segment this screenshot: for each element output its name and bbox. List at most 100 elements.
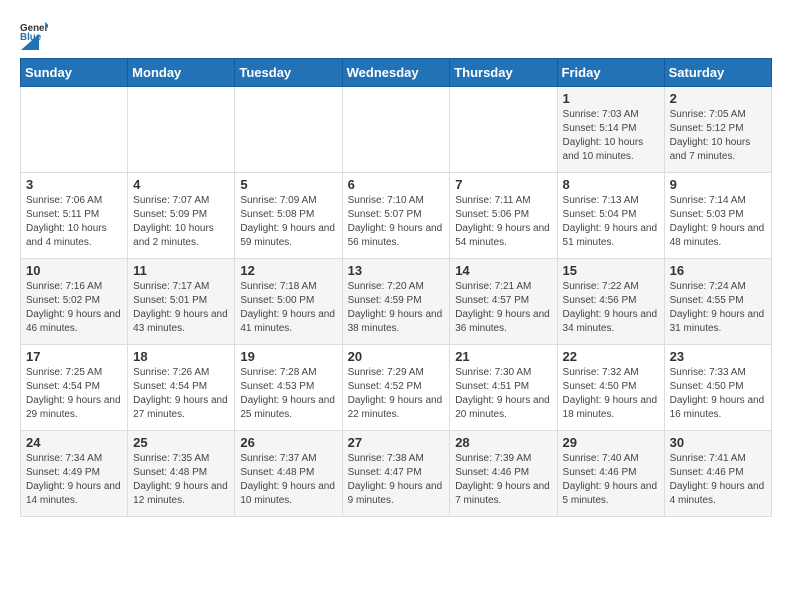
day-number: 23 — [670, 349, 766, 364]
calendar-day-25: 25 Sunrise: 7:35 AM Sunset: 4:48 PM Dayli… — [128, 431, 235, 517]
calendar-day-15: 15 Sunrise: 7:22 AM Sunset: 4:56 PM Dayli… — [557, 259, 664, 345]
calendar-day-16: 16 Sunrise: 7:24 AM Sunset: 4:55 PM Dayli… — [664, 259, 771, 345]
weekday-header-sunday: Sunday — [21, 59, 128, 87]
day-number: 12 — [240, 263, 336, 278]
calendar-day-7: 7Sunrise: 7:11 AM Sunset: 5:06 PM Daylig… — [450, 173, 557, 259]
calendar-day-11: 11 Sunrise: 7:17 AM Sunset: 5:01 PM Dayli… — [128, 259, 235, 345]
calendar-day-10: 10Sunrise: 7:16 AM Sunset: 5:02 PM Dayli… — [21, 259, 128, 345]
calendar-day-8: 8 Sunrise: 7:13 AM Sunset: 5:04 PM Daylig… — [557, 173, 664, 259]
calendar-empty-cell — [21, 87, 128, 173]
day-info: Sunrise: 7:37 AM Sunset: 4:48 PM Dayligh… — [240, 452, 336, 508]
calendar-day-21: 21 Sunrise: 7:30 AM Sunset: 4:51 PM Dayli… — [450, 345, 557, 431]
day-number: 25 — [133, 435, 229, 450]
calendar-week-row: 3 Sunrise: 7:06 AM Sunset: 5:11 PM Daylig… — [21, 173, 772, 259]
day-number: 6 — [348, 177, 445, 192]
calendar-day-20: 20 Sunrise: 7:29 AM Sunset: 4:52 PM Dayli… — [342, 345, 450, 431]
day-info: Sunrise: 7:18 AM Sunset: 5:00 PM Dayligh… — [240, 280, 336, 336]
day-info: Sunrise: 7:10 AM Sunset: 5:07 PM Dayligh… — [348, 194, 445, 250]
day-number: 11 — [133, 263, 229, 278]
calendar-day-4: 4Sunrise: 7:07 AM Sunset: 5:09 PM Daylig… — [128, 173, 235, 259]
day-info: Sunrise: 7:26 AM Sunset: 4:54 PM Dayligh… — [133, 366, 229, 422]
calendar-day-1: 1 Sunrise: 7:03 AM Sunset: 5:14 PM Daylig… — [557, 87, 664, 173]
calendar-empty-cell — [342, 87, 450, 173]
calendar-day-12: 12 Sunrise: 7:18 AM Sunset: 5:00 PM Dayli… — [235, 259, 342, 345]
day-number: 20 — [348, 349, 445, 364]
calendar-week-row: 1 Sunrise: 7:03 AM Sunset: 5:14 PM Daylig… — [21, 87, 772, 173]
weekday-header-wednesday: Wednesday — [342, 59, 450, 87]
logo-triangle-icon — [21, 34, 39, 50]
calendar-empty-cell — [450, 87, 557, 173]
day-info: Sunrise: 7:07 AM Sunset: 5:09 PM Dayligh… — [133, 194, 229, 250]
day-info: Sunrise: 7:34 AM Sunset: 4:49 PM Dayligh… — [26, 452, 122, 508]
weekday-header-monday: Monday — [128, 59, 235, 87]
day-number: 13 — [348, 263, 445, 278]
day-info: Sunrise: 7:40 AM Sunset: 4:46 PM Dayligh… — [563, 452, 659, 508]
weekday-header-saturday: Saturday — [664, 59, 771, 87]
day-number: 26 — [240, 435, 336, 450]
day-info: Sunrise: 7:32 AM Sunset: 4:50 PM Dayligh… — [563, 366, 659, 422]
day-number: 14 — [455, 263, 551, 278]
day-info: Sunrise: 7:39 AM Sunset: 4:46 PM Dayligh… — [455, 452, 551, 508]
calendar-week-row: 17 Sunrise: 7:25 AM Sunset: 4:54 PM Dayli… — [21, 345, 772, 431]
calendar-day-3: 3 Sunrise: 7:06 AM Sunset: 5:11 PM Daylig… — [21, 173, 128, 259]
day-number: 15 — [563, 263, 659, 278]
day-info: Sunrise: 7:41 AM Sunset: 4:46 PM Dayligh… — [670, 452, 766, 508]
weekday-header-thursday: Thursday — [450, 59, 557, 87]
day-info: Sunrise: 7:38 AM Sunset: 4:47 PM Dayligh… — [348, 452, 445, 508]
calendar-week-row: 10Sunrise: 7:16 AM Sunset: 5:02 PM Dayli… — [21, 259, 772, 345]
weekday-header-friday: Friday — [557, 59, 664, 87]
calendar-day-17: 17 Sunrise: 7:25 AM Sunset: 4:54 PM Dayli… — [21, 345, 128, 431]
calendar-day-19: 19 Sunrise: 7:28 AM Sunset: 4:53 PM Dayli… — [235, 345, 342, 431]
calendar-day-13: 13 Sunrise: 7:20 AM Sunset: 4:59 PM Dayli… — [342, 259, 450, 345]
day-number: 1 — [563, 91, 659, 106]
calendar-day-9: 9Sunrise: 7:14 AM Sunset: 5:03 PM Daylig… — [664, 173, 771, 259]
day-info: Sunrise: 7:21 AM Sunset: 4:57 PM Dayligh… — [455, 280, 551, 336]
calendar-day-22: 22 Sunrise: 7:32 AM Sunset: 4:50 PM Dayli… — [557, 345, 664, 431]
calendar-day-5: 5Sunrise: 7:09 AM Sunset: 5:08 PM Daylig… — [235, 173, 342, 259]
day-number: 22 — [563, 349, 659, 364]
day-info: Sunrise: 7:29 AM Sunset: 4:52 PM Dayligh… — [348, 366, 445, 422]
day-number: 30 — [670, 435, 766, 450]
day-number: 8 — [563, 177, 659, 192]
calendar-table: SundayMondayTuesdayWednesdayThursdayFrid… — [20, 58, 772, 517]
day-number: 21 — [455, 349, 551, 364]
day-number: 3 — [26, 177, 122, 192]
calendar-day-26: 26 Sunrise: 7:37 AM Sunset: 4:48 PM Dayli… — [235, 431, 342, 517]
day-info: Sunrise: 7:30 AM Sunset: 4:51 PM Dayligh… — [455, 366, 551, 422]
day-info: Sunrise: 7:06 AM Sunset: 5:11 PM Dayligh… — [26, 194, 122, 250]
day-number: 2 — [670, 91, 766, 106]
calendar-day-14: 14 Sunrise: 7:21 AM Sunset: 4:57 PM Dayli… — [450, 259, 557, 345]
day-number: 16 — [670, 263, 766, 278]
calendar-day-27: 27 Sunrise: 7:38 AM Sunset: 4:47 PM Dayli… — [342, 431, 450, 517]
day-number: 29 — [563, 435, 659, 450]
day-info: Sunrise: 7:35 AM Sunset: 4:48 PM Dayligh… — [133, 452, 229, 508]
day-number: 27 — [348, 435, 445, 450]
day-info: Sunrise: 7:13 AM Sunset: 5:04 PM Dayligh… — [563, 194, 659, 250]
weekday-header-row: SundayMondayTuesdayWednesdayThursdayFrid… — [21, 59, 772, 87]
day-number: 7 — [455, 177, 551, 192]
calendar-day-29: 29 Sunrise: 7:40 AM Sunset: 4:46 PM Dayli… — [557, 431, 664, 517]
day-info: Sunrise: 7:20 AM Sunset: 4:59 PM Dayligh… — [348, 280, 445, 336]
calendar-day-2: 2Sunrise: 7:05 AM Sunset: 5:12 PM Daylig… — [664, 87, 771, 173]
weekday-header-tuesday: Tuesday — [235, 59, 342, 87]
day-number: 18 — [133, 349, 229, 364]
day-info: Sunrise: 7:24 AM Sunset: 4:55 PM Dayligh… — [670, 280, 766, 336]
calendar-day-28: 28 Sunrise: 7:39 AM Sunset: 4:46 PM Dayli… — [450, 431, 557, 517]
day-number: 19 — [240, 349, 336, 364]
day-info: Sunrise: 7:17 AM Sunset: 5:01 PM Dayligh… — [133, 280, 229, 336]
day-number: 28 — [455, 435, 551, 450]
calendar-day-6: 6 Sunrise: 7:10 AM Sunset: 5:07 PM Daylig… — [342, 173, 450, 259]
calendar-empty-cell — [235, 87, 342, 173]
day-number: 17 — [26, 349, 122, 364]
logo: General Blue — [20, 20, 48, 44]
day-info: Sunrise: 7:03 AM Sunset: 5:14 PM Dayligh… — [563, 108, 659, 164]
header: General Blue — [20, 20, 772, 44]
day-info: Sunrise: 7:22 AM Sunset: 4:56 PM Dayligh… — [563, 280, 659, 336]
day-number: 10 — [26, 263, 122, 278]
calendar-day-24: 24Sunrise: 7:34 AM Sunset: 4:49 PM Dayli… — [21, 431, 128, 517]
calendar-day-30: 30 Sunrise: 7:41 AM Sunset: 4:46 PM Dayli… — [664, 431, 771, 517]
day-info: Sunrise: 7:25 AM Sunset: 4:54 PM Dayligh… — [26, 366, 122, 422]
day-info: Sunrise: 7:28 AM Sunset: 4:53 PM Dayligh… — [240, 366, 336, 422]
day-info: Sunrise: 7:14 AM Sunset: 5:03 PM Dayligh… — [670, 194, 766, 250]
page: General Blue SundayMondayTuesdayWednesda… — [0, 0, 792, 527]
